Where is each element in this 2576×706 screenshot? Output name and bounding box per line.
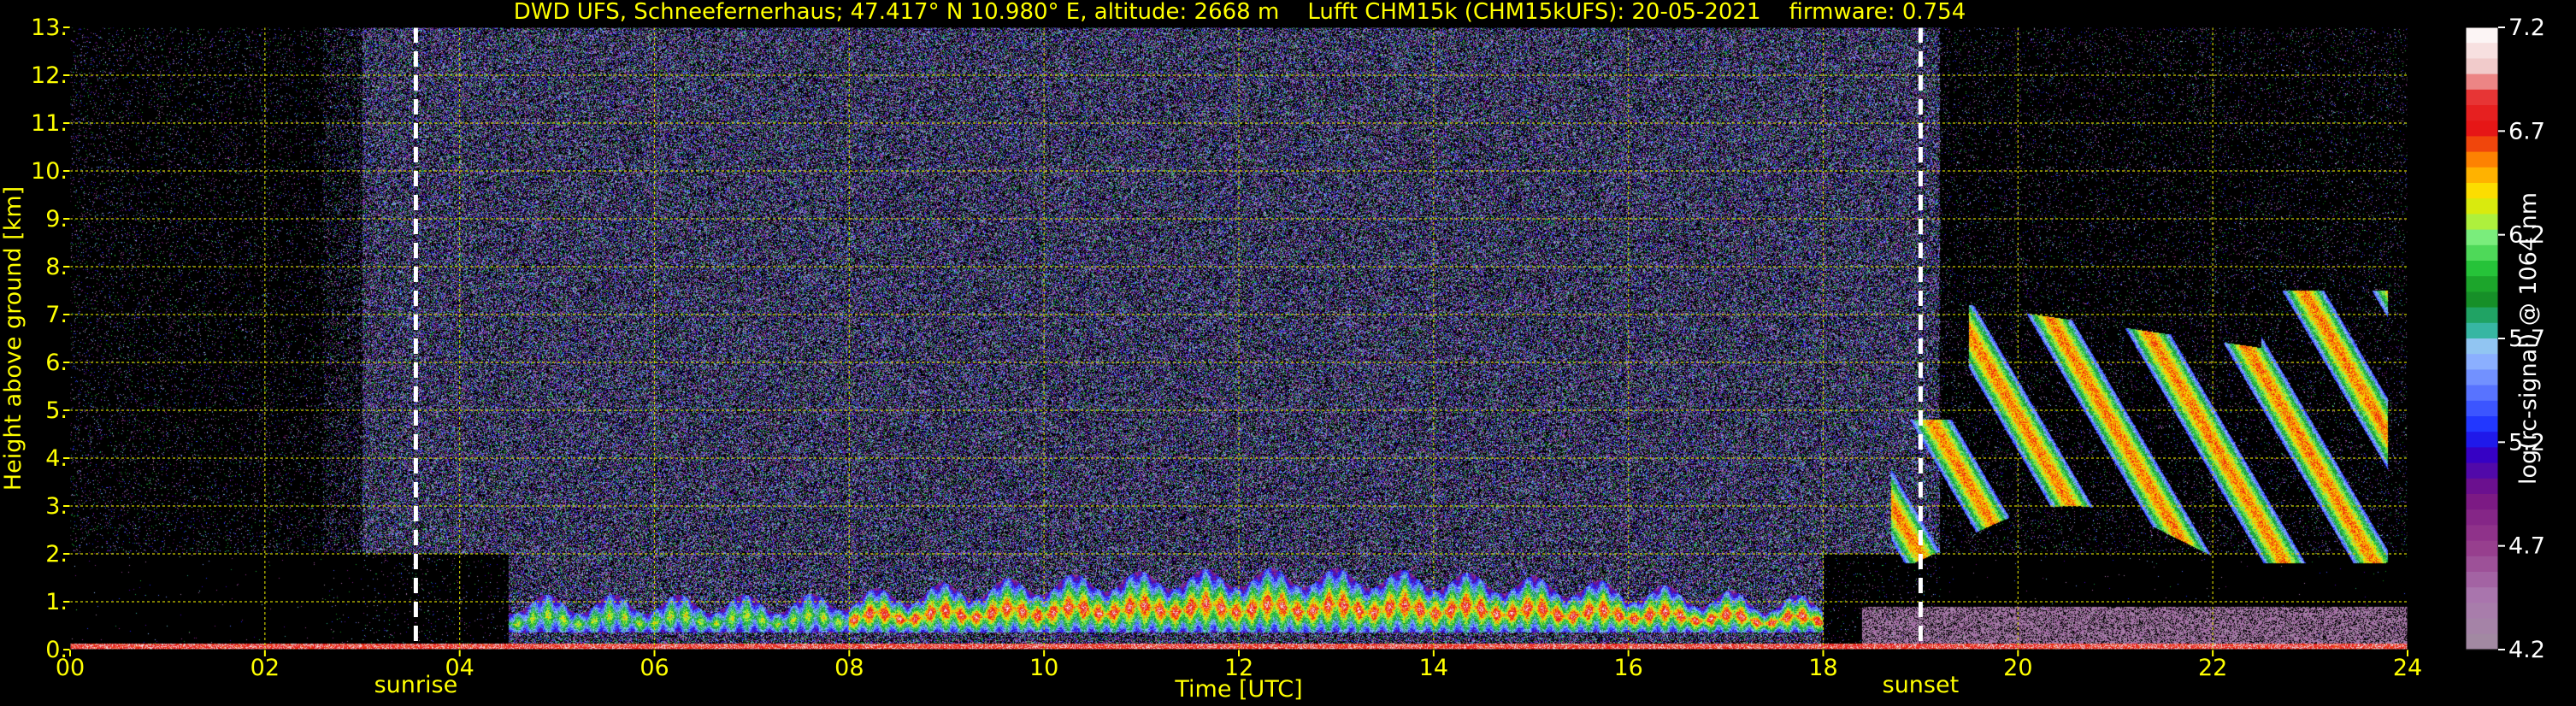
x-tick-label: 10: [1029, 655, 1058, 681]
sun-markers: sunrise sunset: [374, 27, 1960, 698]
colorbar-segment: [2466, 478, 2498, 495]
colorbar-segment: [2466, 603, 2498, 620]
colorbar-segment: [2466, 354, 2498, 370]
y-tick-label: 5.: [45, 397, 68, 424]
y-tick-label: 11.: [31, 110, 68, 137]
colorbar-segment: [2466, 136, 2498, 153]
x-tick-label: 20: [2003, 655, 2032, 681]
y-tick-label: 7.: [45, 302, 68, 328]
x-tick-label: 04: [445, 655, 474, 681]
y-tick-label: 12.: [31, 62, 68, 89]
colorbar-segment: [2466, 432, 2498, 448]
x-tick-label: 14: [1419, 655, 1448, 681]
colorbar-segment: [2466, 214, 2498, 231]
chart: DWD UFS, Schneefernerhaus; 47.417° N 10.…: [0, 0, 2576, 706]
colorbar-segment: [2466, 369, 2498, 386]
sunset-label: sunset: [1883, 672, 1960, 698]
colorbar-segment: [2466, 121, 2498, 137]
y-tick-label: 9.: [45, 206, 68, 232]
colorbar-segment: [2466, 276, 2498, 292]
colorbar-segment: [2466, 633, 2498, 650]
colorbar-segment: [2466, 198, 2498, 215]
colorbar-segment: [2466, 618, 2498, 635]
x-tick-label: 16: [1613, 655, 1642, 681]
grid: [70, 27, 2408, 650]
y-axis-label: Height above ground [km]: [0, 186, 27, 491]
colorbar-segment: [2466, 244, 2498, 262]
colorbar-segment: [2466, 58, 2498, 75]
y-tick-label: 4.: [45, 445, 68, 472]
colorbar-segment: [2466, 322, 2498, 339]
x-tick-label: 24: [2393, 655, 2422, 681]
chart-overlay: DWD UFS, Schneefernerhaus; 47.417° N 10.…: [0, 0, 2545, 703]
colorbar-tick-label: 7.2: [2508, 15, 2545, 41]
colorbar-segment: [2466, 494, 2498, 510]
y-tick-label: 13.: [31, 15, 68, 41]
y-tick-label: 10.: [31, 158, 68, 185]
y-tick-label: 8.: [45, 254, 68, 280]
colorbar-segment: [2466, 462, 2498, 479]
y-axis-ticks: 0. 1. 2. 3. 4. 5. 6. 7. 8. 9. 10. 11. 12. 13.: [31, 15, 70, 663]
colorbar-segment: [2466, 183, 2498, 199]
colorbar-segment: [2466, 400, 2498, 417]
colorbar-segment: [2466, 43, 2498, 59]
x-tick-label: 08: [834, 655, 864, 681]
colorbar-segment: [2466, 27, 2498, 44]
colorbar-segment: [2466, 291, 2498, 309]
colorbar-segment: [2466, 74, 2498, 91]
y-tick-label: 3.: [45, 493, 68, 520]
colorbar-segment: [2466, 556, 2498, 573]
colorbar-segment: [2466, 572, 2498, 588]
colorbar-segment: [2466, 540, 2498, 557]
colorbar-segment: [2466, 307, 2498, 324]
colorbar-segment: [2466, 416, 2498, 432]
colorbar-tick-label: 4.2: [2508, 637, 2545, 663]
colorbar-segment: [2466, 105, 2498, 121]
colorbar-segment: [2466, 261, 2498, 277]
x-tick-label: 22: [2198, 655, 2227, 681]
x-tick-label: 12: [1224, 655, 1253, 681]
y-tick-label: 2.: [45, 541, 68, 568]
colorbar-segment: [2466, 89, 2498, 106]
colorbar-tick-label: 4.7: [2508, 533, 2545, 560]
colorbar-segment: [2466, 447, 2498, 464]
colorbar-segment: [2466, 151, 2498, 168]
y-tick-label: 0.: [45, 637, 68, 663]
chart-title: DWD UFS, Schneefernerhaus; 47.417° N 10.…: [514, 0, 1966, 25]
colorbar-label: log(rc-signal) @ 1064 nm: [2515, 192, 2542, 485]
colorbar-segment: [2466, 525, 2498, 542]
colorbar-tick-label: 6.7: [2508, 118, 2545, 144]
colorbar-segment: [2466, 338, 2498, 355]
colorbar-segment: [2466, 587, 2498, 603]
y-tick-label: 1.: [45, 589, 68, 615]
x-tick-label: 02: [251, 655, 280, 681]
colorbar-segment: [2466, 229, 2498, 246]
x-tick-label: 18: [1808, 655, 1837, 681]
colorbar-segment: [2466, 509, 2498, 526]
colorbar-segment: [2466, 385, 2498, 402]
x-tick-label: 06: [640, 655, 669, 681]
colorbar-segment: [2466, 167, 2498, 184]
y-tick-label: 6.: [45, 350, 68, 376]
